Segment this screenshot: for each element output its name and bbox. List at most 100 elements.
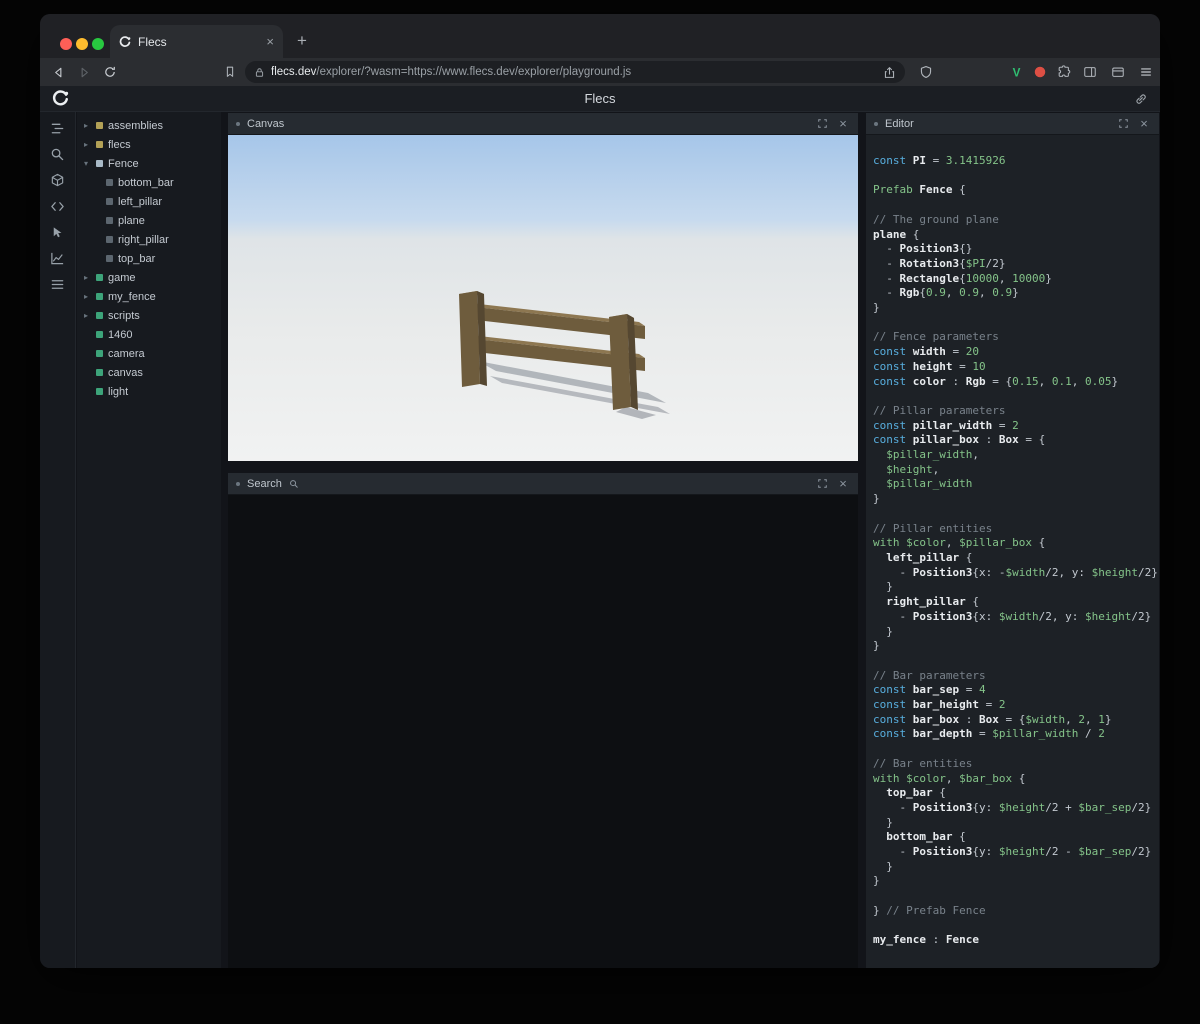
tree-item-Fence[interactable]: ▾Fence	[77, 154, 221, 173]
tab-strip: Flecs × +	[40, 14, 1160, 58]
tree-item-label: bottom_bar	[118, 177, 174, 189]
tree-item-canvas[interactable]: canvas	[77, 363, 221, 382]
tab-title: Flecs	[138, 35, 259, 49]
code-editor[interactable]: const PI = 3.1415926 Prefab Fence { // T…	[866, 135, 1159, 968]
tree-item-bottom_bar[interactable]: bottom_bar	[77, 173, 221, 192]
code-line: }	[873, 639, 1152, 654]
editor-panel-header: Editor ×	[866, 113, 1159, 135]
tree-item-my_fence[interactable]: ▸my_fence	[77, 287, 221, 306]
share-icon[interactable]	[883, 66, 896, 79]
code-line: } // Prefab Fence	[873, 904, 1152, 919]
window-close-button[interactable]	[60, 38, 72, 50]
tree-item-1460[interactable]: 1460	[77, 325, 221, 344]
browser-tab[interactable]: Flecs ×	[110, 25, 283, 58]
pointer-icon[interactable]	[47, 225, 69, 240]
tree-item-camera[interactable]: camera	[77, 344, 221, 363]
url-bar[interactable]: flecs.dev/explorer/?wasm=https://www.fle…	[245, 61, 905, 83]
extension-v-icon[interactable]: V	[1006, 62, 1026, 82]
tab-favicon-icon	[119, 36, 131, 48]
entity-square-icon	[96, 274, 103, 281]
page-title: Flecs	[584, 91, 615, 106]
entity-square-icon	[96, 369, 103, 376]
tree-item-right_pillar[interactable]: right_pillar	[77, 230, 221, 249]
code-line: }	[873, 874, 1152, 889]
new-tab-button[interactable]: +	[292, 31, 312, 51]
close-icon[interactable]: ×	[836, 477, 850, 491]
code-line: top_bar {	[873, 786, 1152, 801]
code-line: const bar_depth = $pillar_width / 2	[873, 727, 1152, 742]
entity-tree: ▸assemblies▸flecs▾Fence bottom_bar left_pi…	[77, 112, 221, 968]
tree-item-left_pillar[interactable]: left_pillar	[77, 192, 221, 211]
tree-item-light[interactable]: light	[77, 382, 221, 401]
panel-dot-icon	[236, 482, 240, 486]
shield-icon[interactable]	[916, 62, 936, 82]
menu-icon[interactable]	[1136, 62, 1156, 82]
back-button[interactable]	[48, 62, 68, 82]
code-line: const bar_box : Box = {$width, 2, 1}	[873, 713, 1152, 728]
code-line	[873, 919, 1152, 934]
chevron-down-icon[interactable]: ▾	[81, 159, 91, 168]
tree-item-label: scripts	[108, 310, 140, 322]
chevron-right-icon[interactable]: ▸	[81, 292, 91, 301]
code-line: const pillar_width = 2	[873, 419, 1152, 434]
browser-toolbar: flecs.dev/explorer/?wasm=https://www.fle…	[40, 58, 1160, 86]
expand-icon[interactable]	[815, 477, 829, 491]
code-icon[interactable]	[47, 199, 69, 214]
flecs-logo-icon[interactable]	[52, 90, 69, 107]
search-icon[interactable]	[47, 147, 69, 162]
tree-item-top_bar[interactable]: top_bar	[77, 249, 221, 268]
forward-button[interactable]	[74, 62, 94, 82]
side-panel-icon[interactable]	[1080, 62, 1100, 82]
expand-icon[interactable]	[1116, 117, 1130, 131]
expand-icon[interactable]	[815, 117, 829, 131]
code-line: bottom_bar {	[873, 830, 1152, 845]
code-line: const bar_sep = 4	[873, 683, 1152, 698]
code-line: }	[873, 816, 1152, 831]
code-line: // Pillar parameters	[873, 404, 1152, 419]
chevron-right-icon[interactable]: ▸	[81, 140, 91, 149]
tree-item-scripts[interactable]: ▸ scripts	[77, 306, 221, 325]
3d-viewport[interactable]	[228, 135, 858, 461]
rows-icon[interactable]	[47, 277, 69, 292]
code-line: my_fence : Fence	[873, 933, 1152, 948]
svg-text:V: V	[1012, 66, 1020, 79]
fence-scene	[228, 135, 858, 461]
tab-close-icon[interactable]: ×	[266, 34, 274, 49]
code-line	[873, 389, 1152, 404]
bookmark-icon[interactable]	[220, 62, 240, 82]
cube-icon[interactable]	[47, 173, 69, 188]
close-icon[interactable]: ×	[836, 117, 850, 131]
window-zoom-button[interactable]	[92, 38, 104, 50]
extension-red-icon[interactable]	[1030, 62, 1050, 82]
link-icon[interactable]	[1134, 92, 1148, 106]
entity-square-icon	[96, 160, 103, 167]
left-pillar-front	[459, 291, 480, 387]
chevron-right-icon[interactable]: ▸	[81, 121, 91, 130]
code-line: - Position3{y: $height/2 + $bar_sep/2}	[873, 801, 1152, 816]
search-results-area[interactable]	[228, 495, 858, 968]
wallet-icon[interactable]	[1108, 62, 1128, 82]
code-line: left_pillar {	[873, 551, 1152, 566]
code-line: with $color, $pillar_box {	[873, 536, 1152, 551]
entity-square-icon	[96, 312, 103, 319]
search-icon	[289, 479, 299, 489]
tree-item-game[interactable]: ▸game	[77, 268, 221, 287]
search-panel: Search ×	[228, 473, 858, 968]
code-line	[873, 889, 1152, 904]
tree-item-flecs[interactable]: ▸flecs	[77, 135, 221, 154]
editor-panel: Editor × const PI = 3.1415926 Prefab Fen…	[866, 113, 1159, 968]
search-panel-header: Search ×	[228, 473, 858, 495]
tree-item-assemblies[interactable]: ▸assemblies	[77, 116, 221, 135]
canvas-panel-title: Canvas	[247, 118, 284, 130]
close-icon[interactable]: ×	[1137, 117, 1151, 131]
reload-button[interactable]	[100, 62, 120, 82]
window-minimize-button[interactable]	[76, 38, 88, 50]
chevron-right-icon[interactable]: ▸	[81, 311, 91, 320]
extensions-puzzle-icon[interactable]	[1054, 62, 1074, 82]
tree-item-plane[interactable]: plane	[77, 211, 221, 230]
code-line: $pillar_width	[873, 477, 1152, 492]
chevron-right-icon[interactable]: ▸	[81, 273, 91, 282]
hierarchy-icon[interactable]	[47, 121, 69, 136]
code-line: // Bar parameters	[873, 669, 1152, 684]
chart-icon[interactable]	[47, 251, 69, 266]
